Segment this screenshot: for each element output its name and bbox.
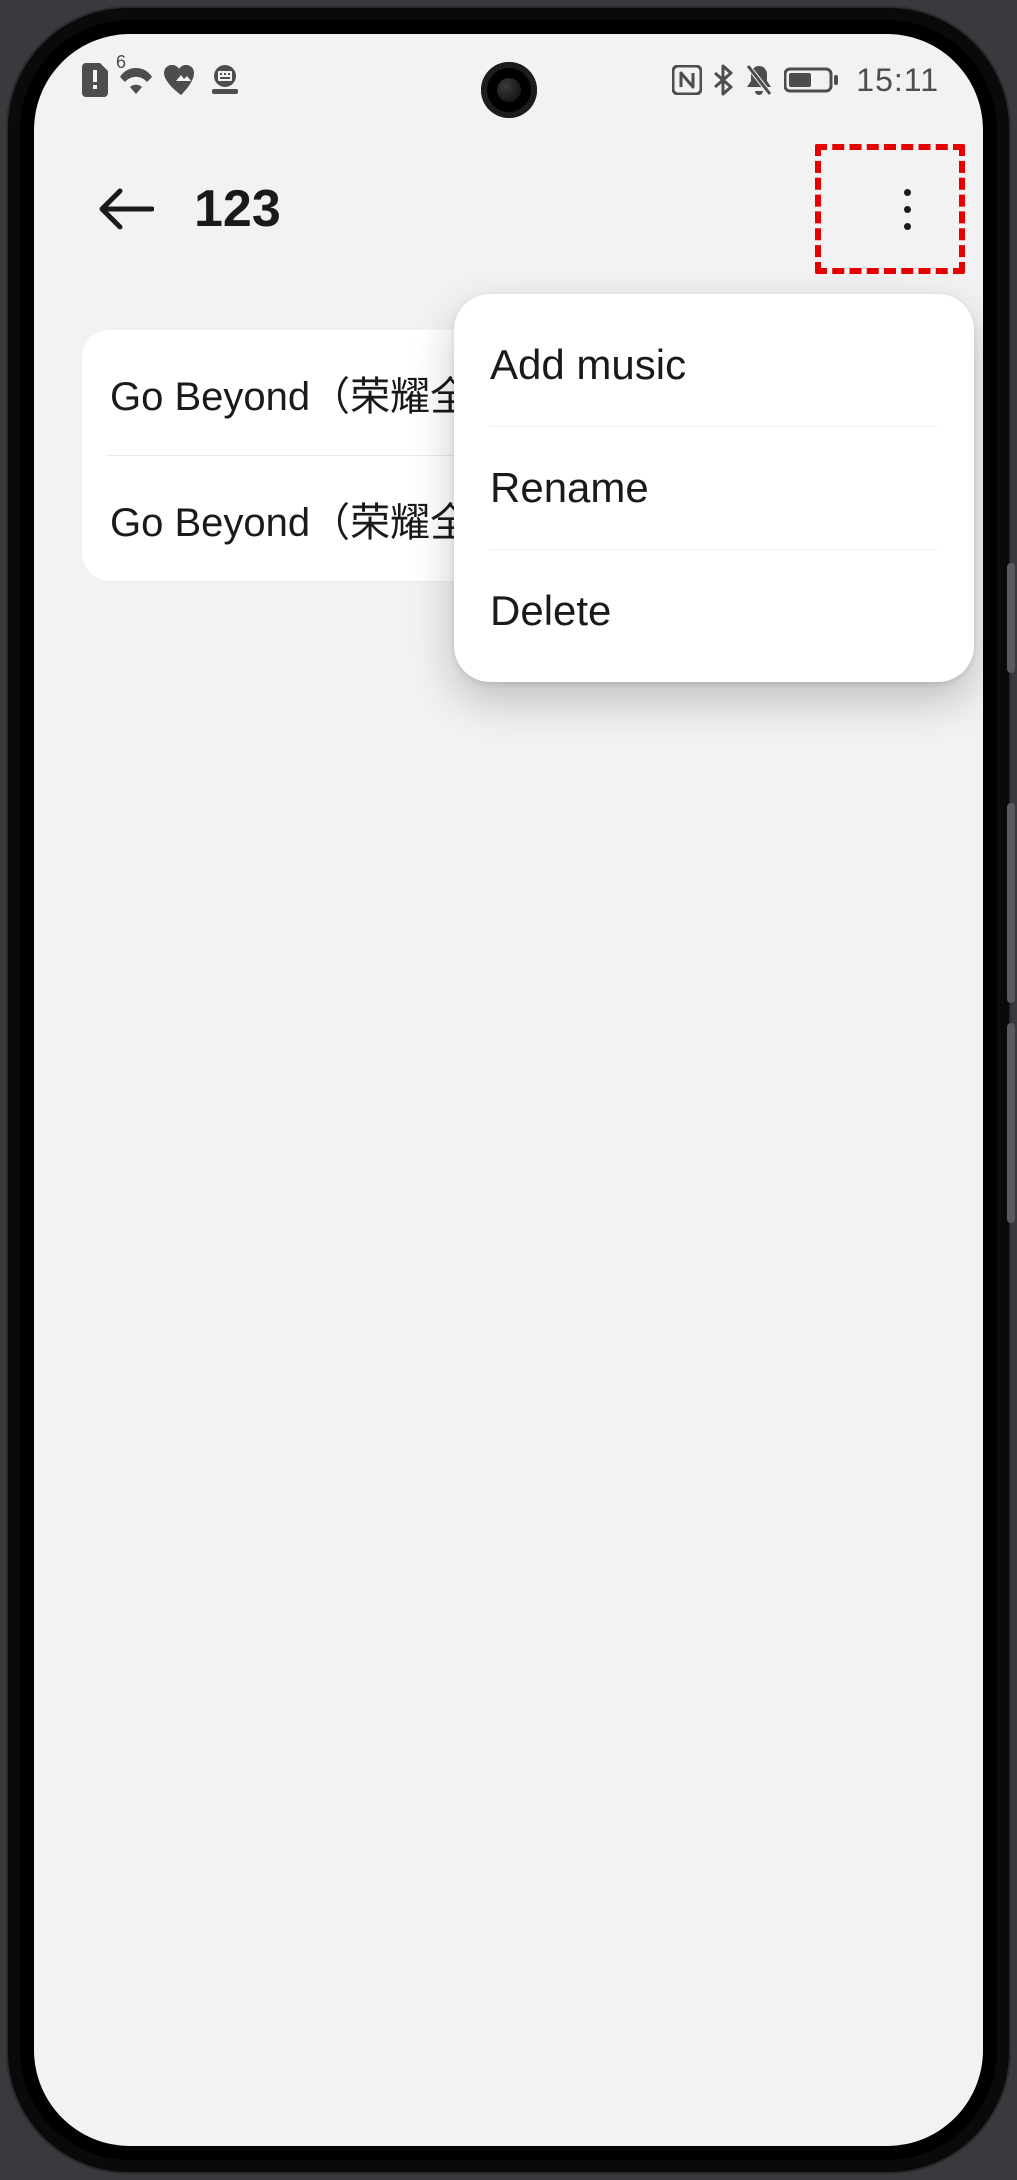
nfc-icon xyxy=(672,65,702,95)
volume-down-button xyxy=(1007,1023,1015,1223)
sim-alert-icon xyxy=(82,63,108,97)
keyboard-icon xyxy=(208,65,242,95)
status-bar: 6 xyxy=(34,34,983,126)
annotation-highlight xyxy=(815,144,965,274)
bluetooth-icon xyxy=(712,64,734,96)
menu-item-delete[interactable]: Delete xyxy=(490,550,938,672)
menu-item-add-music[interactable]: Add music xyxy=(490,304,938,426)
screen: 6 xyxy=(34,34,983,2146)
side-button xyxy=(1007,563,1015,673)
song-title: Go Beyond（荣耀全 xyxy=(110,490,470,548)
heart-icon xyxy=(164,65,198,95)
back-button[interactable] xyxy=(86,169,166,249)
battery-icon xyxy=(784,66,840,94)
wifi-icon: 6 xyxy=(118,66,154,94)
volume-up-button xyxy=(1007,803,1015,1003)
status-time: 15:11 xyxy=(856,62,939,99)
back-arrow-icon xyxy=(98,185,154,233)
overflow-menu: Add music Rename Delete xyxy=(454,294,974,682)
song-title: Go Beyond（荣耀全 xyxy=(110,364,470,422)
phone-frame: 6 xyxy=(8,8,1009,2172)
menu-item-rename[interactable]: Rename xyxy=(490,427,938,549)
page-title: 123 xyxy=(194,179,281,239)
mute-icon xyxy=(744,64,774,96)
